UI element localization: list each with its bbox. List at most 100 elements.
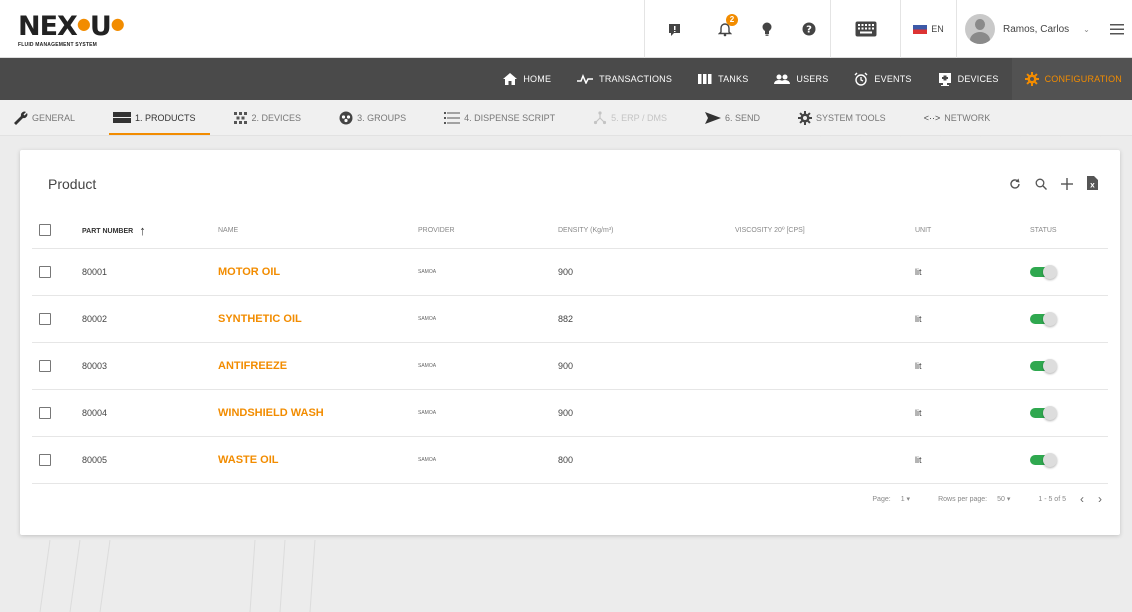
provider: SAMOA: [418, 457, 437, 463]
refresh-button[interactable]: [1009, 177, 1021, 195]
status-toggle[interactable]: [1030, 406, 1057, 420]
status-toggle[interactable]: [1030, 312, 1057, 326]
nav-devices[interactable]: DEVICES: [925, 58, 1012, 100]
table-row[interactable]: 80001 MOTOR OIL SAMOA 900 lit: [32, 249, 1108, 296]
svg-text:X: X: [1090, 183, 1095, 190]
nav-users[interactable]: USERS: [761, 58, 841, 100]
table-row[interactable]: 80005 WASTE OIL SAMOA 800 lit: [32, 437, 1108, 484]
density: 800: [558, 455, 574, 465]
nav-home[interactable]: HOME: [490, 58, 564, 100]
language-selector[interactable]: EN: [900, 0, 956, 58]
help-button[interactable]: ?: [788, 0, 830, 58]
provider: SAMOA: [418, 316, 437, 322]
pagination: Page: 1 ▾ Rows per page: 50 ▾ 1 - 5 of 5…: [872, 492, 1102, 506]
tab-dispense-script[interactable]: 4. DISPENSE SCRIPT: [444, 100, 555, 136]
unit: lit: [915, 408, 922, 418]
unit: lit: [915, 361, 922, 371]
tab-send[interactable]: 6. SEND: [704, 100, 760, 136]
notifications-button[interactable]: 2: [704, 0, 746, 58]
product-name-link[interactable]: MOTOR OIL: [218, 266, 280, 278]
hamburger-icon: [1110, 23, 1124, 34]
row-checkbox[interactable]: [39, 313, 51, 325]
tab-general[interactable]: GENERAL: [12, 100, 75, 136]
column-header-provider[interactable]: PROVIDER: [418, 227, 455, 234]
page-select[interactable]: 1 ▾: [901, 495, 910, 503]
sort-ascending-icon: ↑: [139, 222, 146, 238]
provider: SAMOA: [418, 269, 437, 275]
logo-subtitle: FLUID MANAGEMENT SYSTEM: [18, 42, 98, 48]
tab-erp-dms: 5. ERP / DMS: [593, 100, 667, 136]
chevron-down-icon: ⌄: [1083, 24, 1090, 34]
tab-groups[interactable]: 3. GROUPS: [339, 100, 406, 136]
part-number: 80005: [82, 455, 108, 465]
nav-devices-label: DEVICES: [957, 74, 999, 84]
product-name-link[interactable]: SYNTHETIC OIL: [218, 313, 302, 325]
next-page-icon[interactable]: ›: [1098, 492, 1102, 506]
plus-icon: [1061, 177, 1073, 190]
previous-page-icon[interactable]: ‹: [1080, 492, 1084, 506]
add-product-button[interactable]: [1061, 177, 1073, 195]
table-row[interactable]: 80002 SYNTHETIC OIL SAMOA 882 lit: [32, 296, 1108, 343]
part-number: 80002: [82, 314, 108, 324]
tab-products[interactable]: 1. PRODUCTS: [109, 100, 209, 136]
tab-network-label: NETWORK: [944, 112, 991, 123]
nav-transactions[interactable]: TRANSACTIONS: [564, 58, 685, 100]
pulse-icon: [577, 74, 594, 84]
part-number: 80001: [82, 267, 108, 277]
table-row[interactable]: 80004 WINDSHIELD WASH SAMOA 900 lit: [32, 390, 1108, 437]
part-number: 80004: [82, 408, 108, 418]
tab-devices-label: 2. DEVICES: [251, 112, 302, 123]
status-toggle[interactable]: [1030, 359, 1057, 373]
keyboard-icon: [855, 21, 876, 37]
user-menu[interactable]: Ramos, Carlos ⌄: [956, 0, 1102, 58]
tab-groups-label: 3. GROUPS: [357, 112, 407, 123]
export-excel-button[interactable]: X: [1087, 176, 1098, 195]
nav-configuration[interactable]: CONFIGURATION: [1011, 58, 1132, 100]
column-header-status[interactable]: STATUS: [1030, 227, 1057, 234]
keyboard-button[interactable]: [830, 0, 900, 58]
search-button[interactable]: [1035, 177, 1047, 195]
select-all-checkbox[interactable]: [39, 224, 51, 236]
erp-icon: [594, 110, 607, 124]
tab-network[interactable]: <··> NETWORK: [924, 100, 991, 136]
tab-system-tools[interactable]: SYSTEM TOOLS: [797, 100, 886, 136]
brand-logo[interactable]: NEX●U● FLUID MANAGEMENT SYSTEM: [18, 10, 125, 49]
table-row[interactable]: 80003 ANTIFREEZE SAMOA 900 lit: [32, 343, 1108, 390]
density: 900: [558, 408, 574, 418]
messages-button[interactable]: [644, 0, 704, 58]
tanks-icon: [698, 74, 712, 84]
home-icon: [503, 73, 518, 85]
logo-text: NEX●U●: [18, 11, 125, 42]
flag-icon: [913, 24, 928, 34]
row-checkbox[interactable]: [39, 360, 51, 372]
product-name-link[interactable]: ANTIFREEZE: [218, 360, 287, 372]
row-checkbox[interactable]: [39, 454, 51, 466]
column-header-part-number[interactable]: PART NUMBER ↑: [82, 223, 146, 238]
row-checkbox[interactable]: [39, 266, 51, 278]
nav-tanks[interactable]: TANKS: [685, 58, 761, 100]
tab-devices[interactable]: 2. DEVICES: [233, 100, 302, 136]
column-header-density[interactable]: DENSITY (Kg/m³): [558, 227, 614, 234]
provider: SAMOA: [418, 363, 437, 369]
send-icon: [704, 111, 721, 124]
row-checkbox[interactable]: [39, 407, 51, 419]
rows-per-page-select[interactable]: 50 ▾: [997, 495, 1010, 503]
svg-text:?: ?: [806, 25, 812, 36]
hamburger-menu-button[interactable]: [1102, 0, 1132, 58]
tips-button[interactable]: [746, 0, 788, 58]
wrench-icon: [14, 111, 28, 125]
excel-export-icon: X: [1087, 176, 1098, 190]
density: 900: [558, 267, 574, 277]
nav-events[interactable]: EVENTS: [841, 58, 924, 100]
column-header-viscosity[interactable]: VISCOSITY 20º [cPs]: [735, 227, 805, 234]
table-header: PART NUMBER ↑ NAME PROVIDER DENSITY (Kg/m…: [32, 212, 1108, 249]
product-name-link[interactable]: WASTE OIL: [218, 454, 279, 466]
column-header-name[interactable]: NAME: [218, 227, 238, 234]
status-toggle[interactable]: [1030, 453, 1057, 467]
list-icon: [444, 111, 461, 124]
main-nav: HOME TRANSACTIONS TANKS USERS EVENTS DEV…: [0, 58, 1132, 100]
status-toggle[interactable]: [1030, 265, 1057, 279]
product-name-link[interactable]: WINDSHIELD WASH: [218, 407, 324, 419]
nav-events-label: EVENTS: [874, 74, 912, 84]
column-header-unit[interactable]: UNIT: [915, 227, 931, 234]
